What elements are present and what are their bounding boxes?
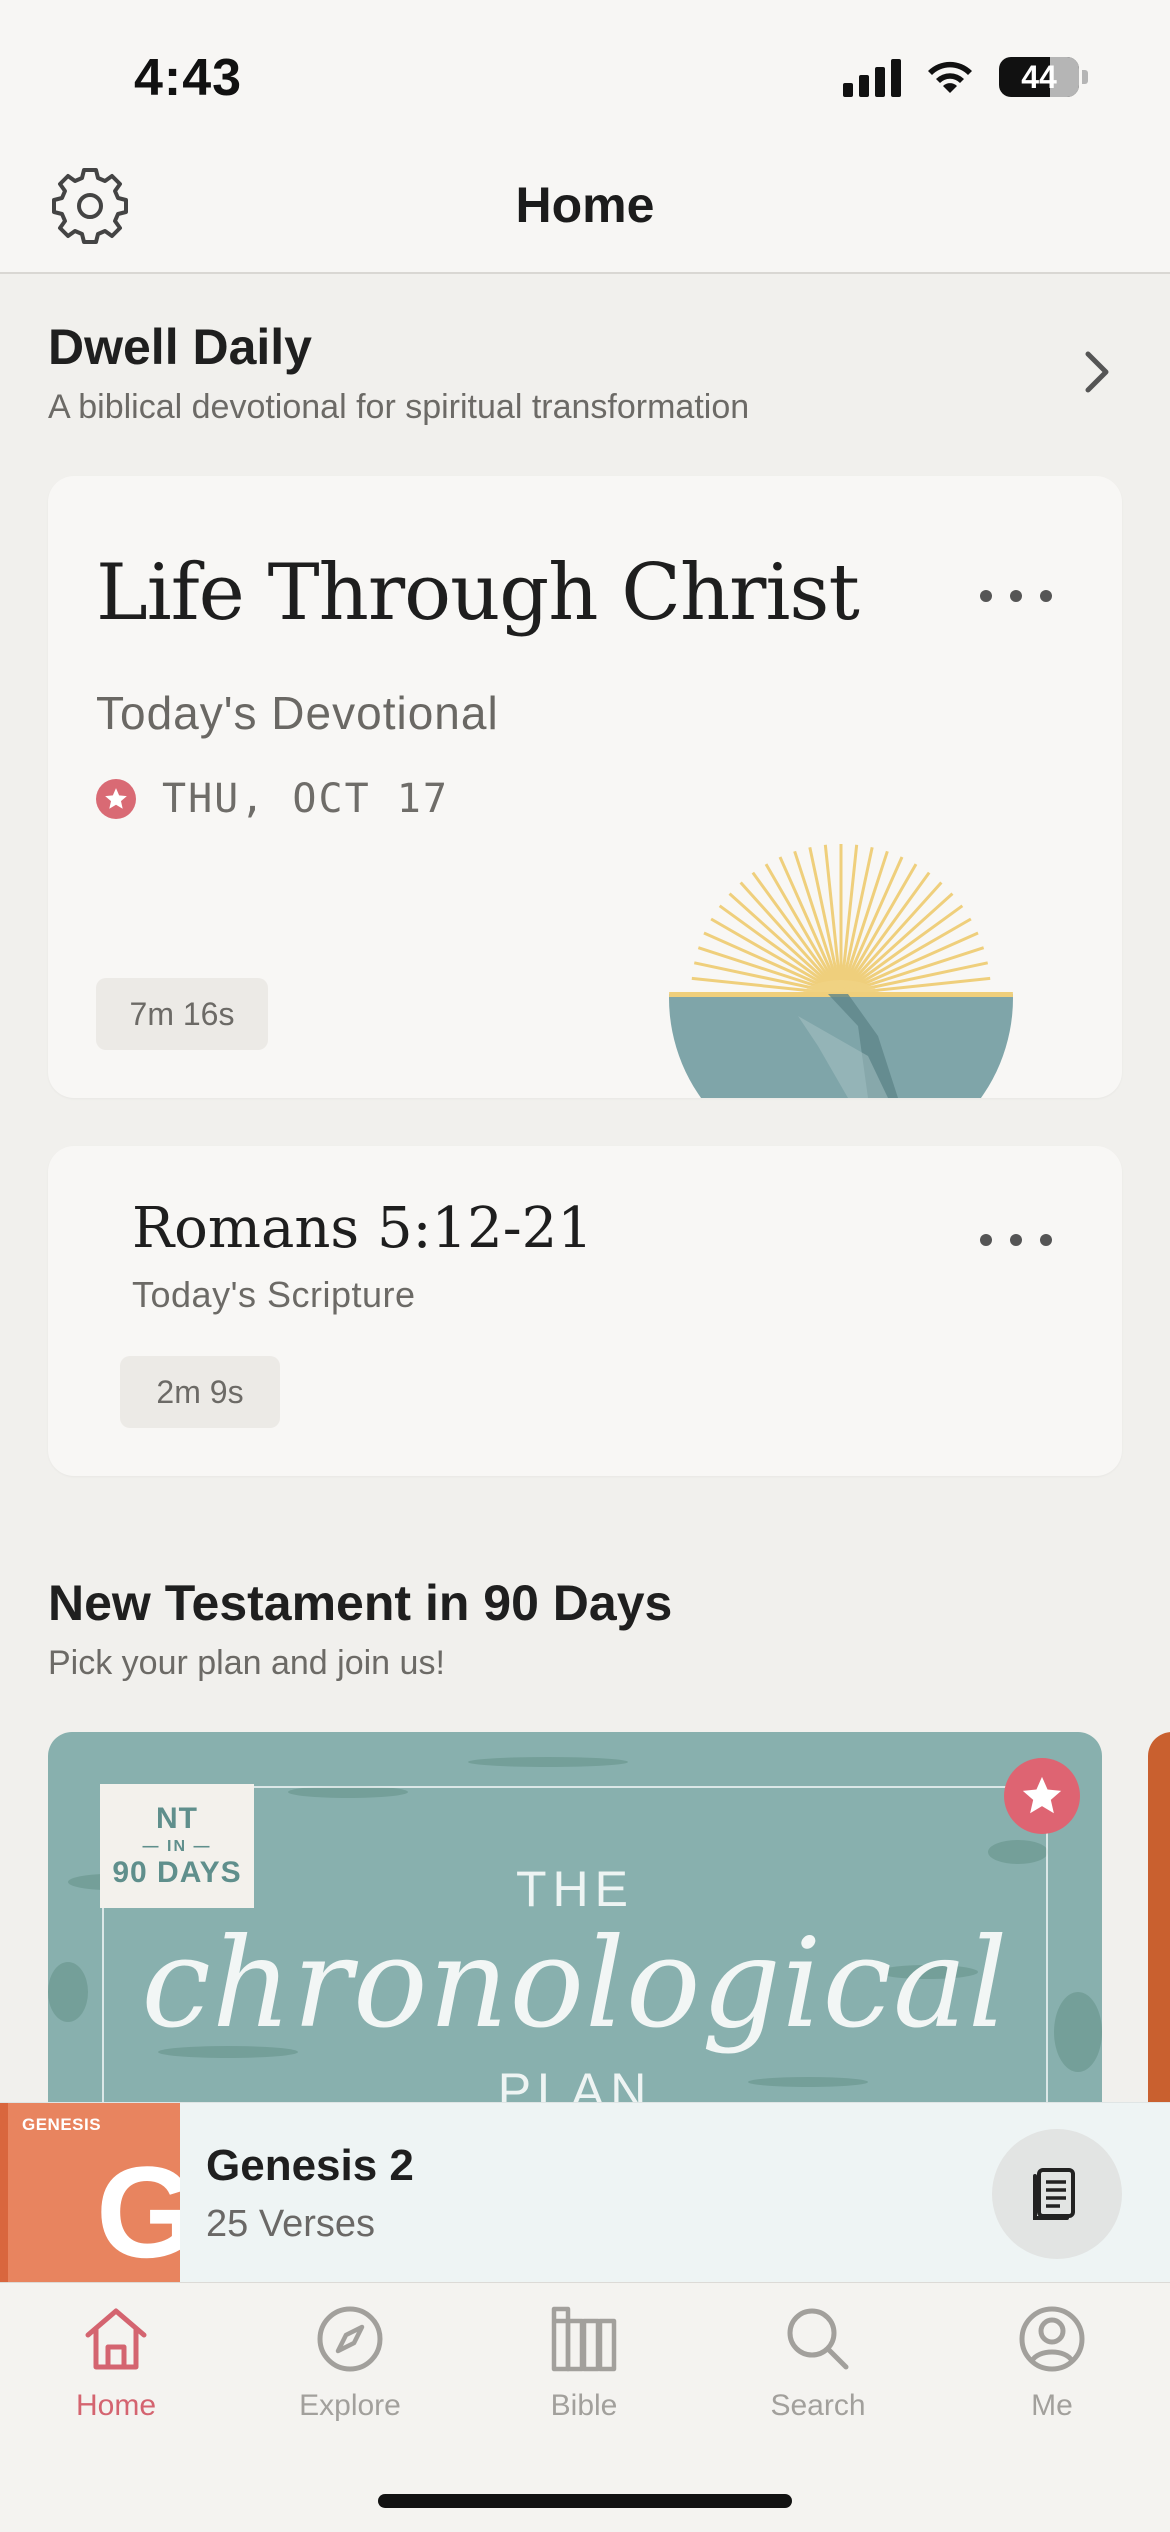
compass-icon [317,2306,383,2372]
scripture-more-button[interactable] [976,1220,1056,1260]
tab-me-label: Me [1031,2389,1073,2422]
mini-player[interactable]: GENESIS G Genesis 2 25 Verses [0,2102,1170,2283]
tab-explore-label: Explore [299,2389,401,2422]
dwell-daily-subtitle: A biblical devotional for spiritual tran… [48,388,750,426]
genesis-cover-art: GENESIS G [0,2103,180,2283]
tab-explore[interactable]: Explore [250,2299,450,2423]
next-plan-card[interactable] [1148,1732,1170,2132]
status-bar: 4:43 44 [0,0,1170,150]
devotional-duration: 7m 16s [96,978,268,1050]
wifi-icon [928,61,972,93]
scripture-duration: 2m 9s [120,1356,280,1428]
star-icon [96,779,136,819]
scripture-title: Romans 5:12-21 [132,1196,593,1261]
cellular-signal-icon [843,57,901,97]
tab-bible-label: Bible [550,2389,618,2422]
home-indicator [378,2494,792,2508]
devotional-subtitle: Today's Devotional [96,687,499,739]
tab-bible[interactable]: Bible [484,2299,684,2423]
badge-line1: NT [156,1802,198,1835]
chevron-right-icon[interactable] [1072,342,1122,402]
mini-player-subtitle: 25 Verses [206,2203,375,2245]
scripture-card[interactable]: Romans 5:12-21 Today's Scripture 2m 9s [48,1146,1122,1476]
plan-the-label: THE [516,1861,634,1917]
status-time: 4:43 [134,49,243,107]
home-icon [85,2308,147,2370]
mini-player-title: Genesis 2 [206,2141,414,2190]
books-icon [551,2306,617,2372]
battery-icon: 44 [999,57,1079,97]
document-icon [1033,2168,1075,2220]
plan-name: chronological [141,1912,1009,2056]
scripture-subtitle: Today's Scripture [132,1274,416,1315]
profile-icon [1019,2306,1085,2372]
devotional-date-row: THU, OCT 17 [96,776,449,822]
tab-search[interactable]: Search [718,2299,918,2423]
devotional-card[interactable]: Life Through Christ Today's Devotional T… [48,476,1122,1098]
badge-line2: — IN — [142,1838,212,1855]
plans-section-subtitle: Pick your plan and join us! [48,1644,445,1682]
battery-level: 44 [1021,58,1057,95]
chronological-plan-card[interactable]: NT — IN — 90 DAYS THE chronological PLAN [48,1732,1102,2132]
reader-button[interactable] [992,2129,1122,2259]
cover-label: GENESIS [22,2115,102,2134]
devotional-title: Life Through Christ [96,548,860,638]
app-header: Home [0,150,1170,274]
status-icons: 44 [843,52,1088,102]
devotional-more-button[interactable] [976,576,1056,616]
star-icon[interactable] [1004,1758,1080,1834]
dwell-daily-title[interactable]: Dwell Daily [48,318,312,376]
cover-letter: G [96,2139,180,2283]
tab-search-label: Search [770,2389,866,2422]
search-icon [787,2308,849,2370]
sunrise-illustration [669,844,1013,1098]
tab-home-label: Home [75,2389,157,2422]
devotional-date: THU, OCT 17 [162,776,449,822]
page-title: Home [515,177,655,233]
tab-home[interactable]: Home [16,2299,216,2423]
tab-me[interactable]: Me [952,2299,1152,2423]
plans-section-title: New Testament in 90 Days [48,1575,673,1631]
